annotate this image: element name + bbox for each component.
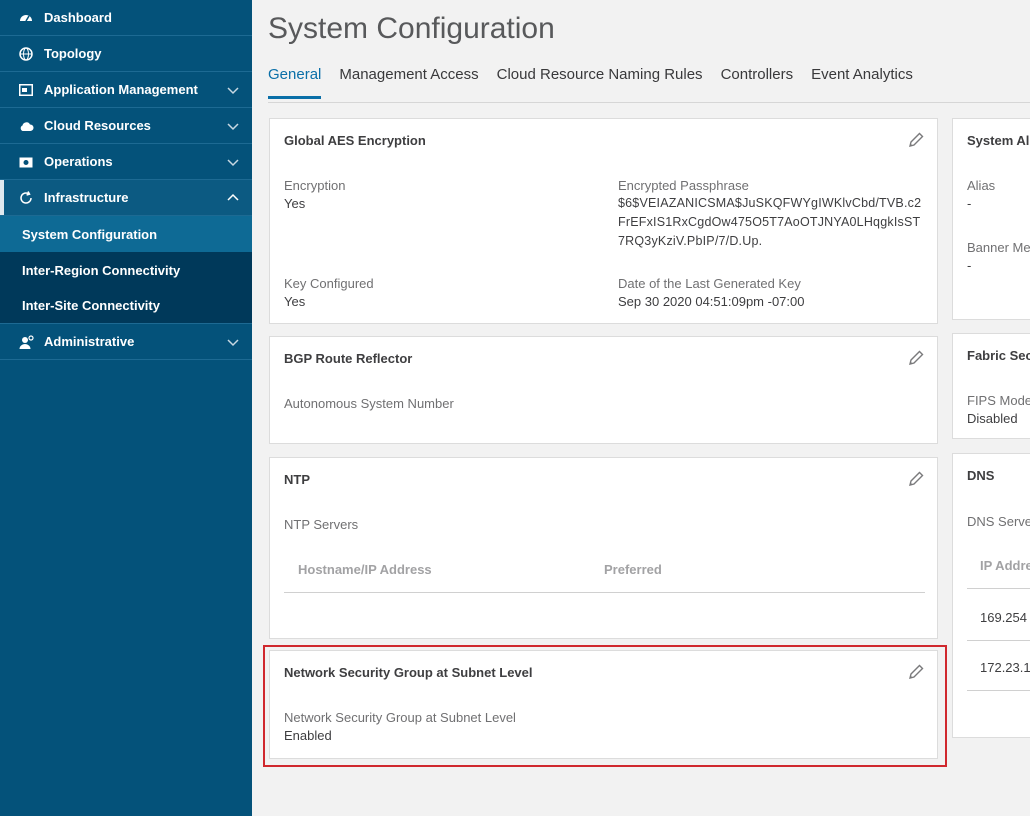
tab-bar: General Management Access Cloud Resource… <box>268 66 931 99</box>
dashboard-icon <box>18 10 34 26</box>
edit-pencil-icon[interactable] <box>907 470 925 488</box>
encrypted-passphrase-label: Encrypted Passphrase <box>618 178 749 193</box>
card-title: BGP Route Reflector <box>284 351 413 366</box>
admin-user-icon <box>18 334 34 350</box>
card-title: NTP <box>284 472 310 487</box>
sidebar-item-dashboard[interactable]: Dashboard <box>0 0 252 36</box>
highlight-box <box>263 645 947 767</box>
chevron-up-icon[interactable] <box>226 191 240 205</box>
window-icon <box>18 82 34 98</box>
sidebar-subitem-system-configuration[interactable]: System Configuration <box>0 216 252 252</box>
dns-servers-label: DNS Serve <box>967 514 1030 529</box>
sidebar-item-label: Dashboard <box>44 10 112 25</box>
tab-event-analytics[interactable]: Event Analytics <box>811 66 913 99</box>
sidebar-item-operations[interactable]: Operations <box>0 144 252 180</box>
ntp-card: NTP NTP Servers Hostname/IP Address Pref… <box>269 457 938 639</box>
encrypted-passphrase-line-2: FrEFxIS1RxCgdOw475O5T7AoOTJNYA0LHqgkIsST <box>618 215 921 229</box>
encryption-label: Encryption <box>284 178 346 193</box>
chevron-down-icon[interactable] <box>226 335 240 349</box>
operations-icon <box>18 154 34 170</box>
banner-message-value: - <box>967 258 972 273</box>
table-divider <box>967 690 1030 691</box>
globe-icon <box>18 46 34 62</box>
sidebar-item-topology[interactable]: Topology <box>0 36 252 72</box>
sidebar-item-label: Application Management <box>44 82 198 97</box>
table-divider <box>967 640 1030 641</box>
last-generated-key-value: Sep 30 2020 04:51:09pm -07:00 <box>618 294 805 309</box>
tab-controllers[interactable]: Controllers <box>721 66 794 99</box>
table-row: 172.23.1 <box>980 660 1030 675</box>
column-header-ip-address[interactable]: IP Addre <box>980 558 1030 573</box>
card-title: Global AES Encryption <box>284 133 426 148</box>
key-configured-value: Yes <box>284 294 306 309</box>
sidebar-subitem-inter-region-connectivity[interactable]: Inter-Region Connectivity <box>0 252 252 288</box>
fabric-security-card: Fabric Sec FIPS Mode Disabled <box>952 333 1030 439</box>
sidebar-subitem-inter-site-connectivity[interactable]: Inter-Site Connectivity <box>0 288 252 324</box>
sidebar-item-label: Administrative <box>44 334 135 349</box>
encrypted-passphrase-line-1: $6$VEIAZANICSMA$JuSKQFWYgIWKlvCbd/TVB.c2 <box>618 196 922 210</box>
tab-divider <box>268 102 1030 103</box>
cloud-icon <box>18 118 34 134</box>
table-row: 169.254 <box>980 610 1027 625</box>
alias-label: Alias <box>967 178 996 193</box>
sidebar-item-administrative[interactable]: Administrative <box>0 324 252 360</box>
chevron-down-icon[interactable] <box>226 155 240 169</box>
chevron-down-icon[interactable] <box>226 83 240 97</box>
banner-message-label: Banner Me <box>967 240 1030 255</box>
autonomous-system-number-label: Autonomous System Number <box>284 396 454 411</box>
table-divider <box>284 592 925 593</box>
tab-cloud-resource-naming-rules[interactable]: Cloud Resource Naming Rules <box>497 66 703 99</box>
page-title: System Configuration <box>268 12 555 45</box>
tab-management-access[interactable]: Management Access <box>339 66 478 99</box>
sidebar-item-application-management[interactable]: Application Management <box>0 72 252 108</box>
alias-value: - <box>967 196 972 211</box>
system-alias-card: System Ali Alias - Banner Me - <box>952 118 1030 320</box>
global-aes-encryption-card: Global AES Encryption Encryption Yes Enc… <box>269 118 938 324</box>
encryption-value: Yes <box>284 196 306 211</box>
sidebar-item-label: Topology <box>44 46 102 61</box>
edit-pencil-icon[interactable] <box>907 131 925 149</box>
fips-mode-value: Disabled <box>967 411 1018 426</box>
sidebar-item-label: Operations <box>44 154 113 169</box>
tab-general[interactable]: General <box>268 66 322 99</box>
bgp-route-reflector-card: BGP Route Reflector Autonomous System Nu… <box>269 336 938 444</box>
sidebar: Dashboard Topology Application Managemen… <box>0 0 252 816</box>
sidebar-item-infrastructure[interactable]: Infrastructure <box>0 180 252 216</box>
last-generated-key-label: Date of the Last Generated Key <box>618 276 801 291</box>
edit-pencil-icon[interactable] <box>907 349 925 367</box>
refresh-icon <box>18 190 34 206</box>
fips-mode-label: FIPS Mode <box>967 393 1030 408</box>
card-title: System Ali <box>967 133 1030 148</box>
chevron-down-icon[interactable] <box>226 119 240 133</box>
sidebar-item-label: Infrastructure <box>44 190 129 205</box>
ntp-servers-label: NTP Servers <box>284 517 359 532</box>
column-header-hostname[interactable]: Hostname/IP Address <box>298 562 432 577</box>
table-divider <box>967 588 1030 589</box>
key-configured-label: Key Configured <box>284 276 374 291</box>
sidebar-item-label: Cloud Resources <box>44 118 151 133</box>
column-header-preferred[interactable]: Preferred <box>604 562 662 577</box>
card-title: DNS <box>967 468 995 483</box>
encrypted-passphrase-line-3: 7RQ3yKziV.PbIP/7/D.Up. <box>618 234 763 248</box>
dns-card: DNS DNS Serve IP Addre 169.254 172.23.1 <box>952 453 1030 738</box>
sidebar-item-cloud-resources[interactable]: Cloud Resources <box>0 108 252 144</box>
card-title: Fabric Sec <box>967 348 1030 363</box>
